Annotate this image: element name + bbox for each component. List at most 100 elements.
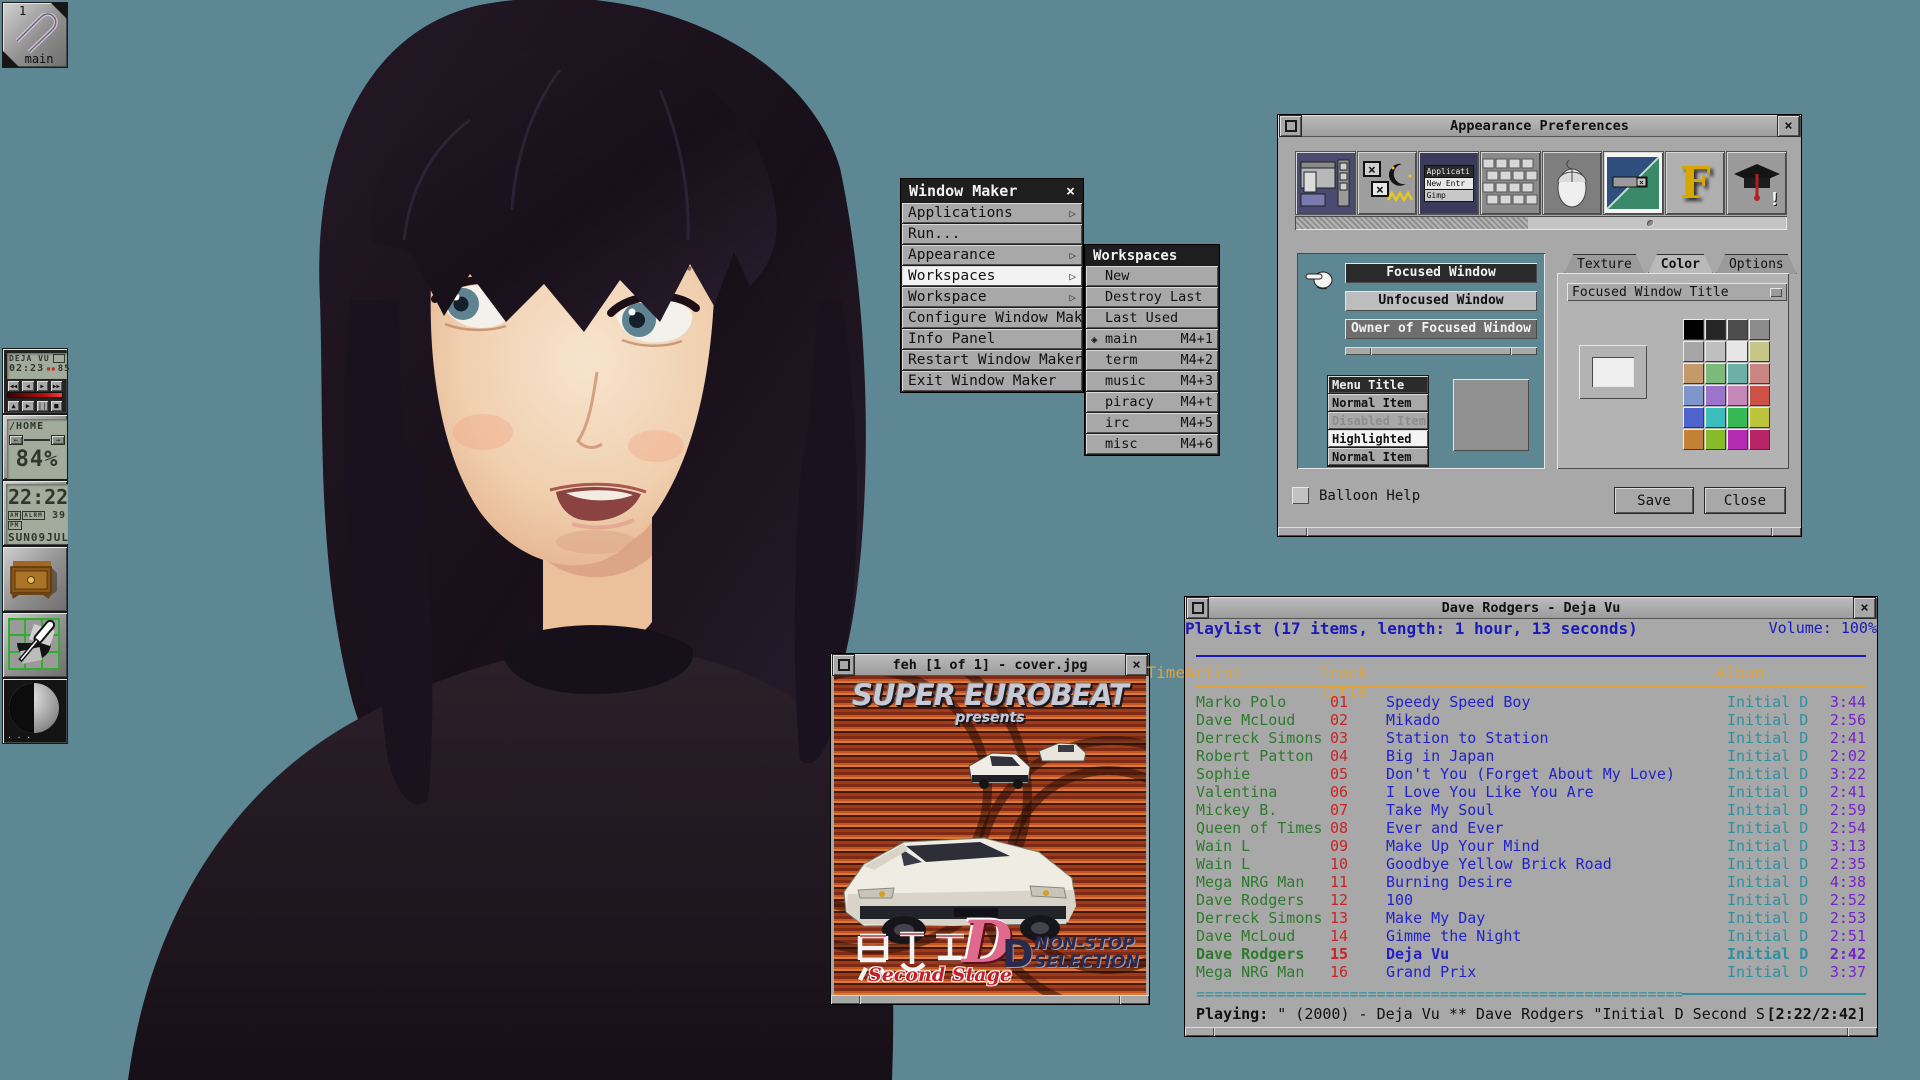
workspace-menu-item[interactable]: New xyxy=(1086,266,1218,286)
expert-icon[interactable]: ! xyxy=(1726,151,1787,215)
root-menu-titlebar[interactable]: Window Maker × xyxy=(902,180,1082,202)
playback-button[interactable]: || xyxy=(36,400,49,412)
close-button[interactable]: × xyxy=(1853,597,1876,619)
balloon-help-checkbox[interactable] xyxy=(1292,487,1309,504)
prefs-titlebar[interactable]: Appearance Preferences × xyxy=(1278,115,1801,137)
dockapp-disk-monitor[interactable]: /HOME ← → 84% xyxy=(2,414,68,480)
resizebar-sample[interactable] xyxy=(1345,347,1537,355)
workspace-menu-item[interactable]: Destroy Last xyxy=(1086,287,1218,307)
root-menu-item[interactable]: Run... xyxy=(902,224,1082,244)
root-menu-item[interactable]: Exit Window Maker xyxy=(902,371,1082,391)
palette-color[interactable] xyxy=(1749,319,1770,340)
column-artist[interactable]: Artist xyxy=(1185,663,1243,682)
playlist-row[interactable]: Wain L 09 Make Up Your Mind Initial D 3:… xyxy=(1196,837,1866,855)
palette-color[interactable] xyxy=(1705,319,1726,340)
tab-options[interactable]: Options xyxy=(1716,254,1797,274)
tab-texture[interactable]: Texture xyxy=(1564,254,1645,274)
workspace-menu-item[interactable]: piracy M4+t xyxy=(1086,392,1218,412)
palette-color[interactable] xyxy=(1705,385,1726,406)
workspaces-submenu-titlebar[interactable]: Workspaces xyxy=(1086,246,1218,265)
menu-sample-item[interactable]: Disabled Item xyxy=(1328,412,1428,429)
player-resizebar[interactable] xyxy=(1185,1027,1877,1036)
close-button[interactable]: × xyxy=(1125,654,1148,676)
playlist-row[interactable]: Sophie 05 Don't You (Forget About My Lov… xyxy=(1196,765,1866,783)
palette-color[interactable] xyxy=(1705,407,1726,428)
palette-color[interactable] xyxy=(1749,429,1770,450)
miniaturize-button[interactable] xyxy=(1279,115,1302,137)
root-menu-item[interactable]: Info Panel xyxy=(902,329,1082,349)
player-titlebar[interactable]: Dave Rodgers - Deja Vu × xyxy=(1185,597,1877,619)
root-menu-close-icon[interactable]: × xyxy=(1066,182,1075,200)
workspace-menu-item[interactable]: misc M4+6 xyxy=(1086,434,1218,454)
root-menu-item[interactable]: Restart Window Maker xyxy=(902,350,1082,370)
feh-resizebar[interactable] xyxy=(831,995,1149,1004)
workspace-menu-item[interactable]: ◈ main M4+1 xyxy=(1086,329,1218,349)
owner-window-sample[interactable]: Owner of Focused Window xyxy=(1345,319,1537,339)
focused-window-sample[interactable]: Focused Window xyxy=(1345,263,1537,283)
palette-color[interactable] xyxy=(1705,363,1726,384)
menu-preferences-icon[interactable]: Applicati New Entr Gimp xyxy=(1418,151,1479,215)
playlist-row[interactable]: Valentina 06 I Love You Like You Are Ini… xyxy=(1196,783,1866,801)
transport-button[interactable]: ◀ xyxy=(21,380,34,392)
playback-button[interactable]: ■ xyxy=(50,400,63,412)
palette-color[interactable] xyxy=(1727,319,1748,340)
workspace-menu-item[interactable]: music M4+3 xyxy=(1086,371,1218,391)
palette-color[interactable] xyxy=(1727,385,1748,406)
root-menu-item[interactable]: Applications ▷ xyxy=(902,203,1082,223)
dockapp-clock[interactable]: 22:22 AM ALRM 39 PM SUN09JUL xyxy=(2,480,68,546)
seek-progress-line[interactable]: ========================================… xyxy=(1196,985,1866,1003)
palette-color[interactable] xyxy=(1749,341,1770,362)
root-menu-item[interactable]: Appearance ▷ xyxy=(902,245,1082,265)
playlist-row[interactable]: Dave McLoud 02 Mikado Initial D 2:56 xyxy=(1196,711,1866,729)
scrollbar-knob[interactable] xyxy=(1647,220,1654,227)
playlist-row[interactable]: Dave McLoud 14 Gimme the Night Initial D… xyxy=(1196,927,1866,945)
transport-button[interactable]: ▶▶ xyxy=(50,380,63,392)
transport-button[interactable]: ▶ xyxy=(36,380,49,392)
playlist-row[interactable]: Derreck Simons 03 Station to Station Ini… xyxy=(1196,729,1866,747)
menu-sample-item[interactable]: Normal Item xyxy=(1328,394,1428,411)
workspace-menu-item[interactable]: irc M4+5 xyxy=(1086,413,1218,433)
palette-color[interactable] xyxy=(1683,429,1704,450)
workspace-menu-item[interactable]: Last Used xyxy=(1086,308,1218,328)
keyboard-icon[interactable] xyxy=(1480,151,1541,215)
palette-color[interactable] xyxy=(1683,385,1704,406)
miniaturize-button[interactable] xyxy=(832,654,855,676)
unfocused-window-sample[interactable]: Unfocused Window xyxy=(1345,291,1537,311)
icon-row-scrollbar[interactable] xyxy=(1295,216,1787,230)
dockapp-music-player[interactable]: DEJA VU 02:23 ▪▪ 85 ◀◀◀▶▶▶ ▲▶||■ xyxy=(2,348,68,414)
mouse-icon[interactable] xyxy=(1542,151,1603,215)
column-time[interactable]: Time xyxy=(1146,663,1185,682)
tab-color[interactable]: Color xyxy=(1648,254,1713,274)
playlist-row[interactable]: Mega NRG Man 11 Burning Desire Initial D… xyxy=(1196,873,1866,891)
playlist-row[interactable]: Wain L 10 Goodbye Yellow Brick Road Init… xyxy=(1196,855,1866,873)
root-menu-item[interactable]: Configure Window Maker xyxy=(902,308,1082,328)
palette-color[interactable] xyxy=(1727,341,1748,362)
save-button[interactable]: Save xyxy=(1614,487,1694,514)
playlist-row[interactable]: Marko Polo 01 Speedy Speed Boy Initial D… xyxy=(1196,693,1866,711)
playlist-row[interactable]: Mickey B. 07 Take My Soul Initial D 2:59 xyxy=(1196,801,1866,819)
palette-color[interactable] xyxy=(1683,363,1704,384)
miniaturize-button[interactable] xyxy=(1186,597,1209,619)
window-focus-icon[interactable]: ×× xyxy=(1357,151,1418,215)
dockapp-drawer[interactable] xyxy=(2,546,68,612)
root-menu-item[interactable]: Workspace ▷ xyxy=(902,287,1082,307)
palette-color[interactable] xyxy=(1727,429,1748,450)
playlist-row[interactable]: Robert Patton 04 Big in Japan Initial D … xyxy=(1196,747,1866,765)
menu-sample-item[interactable]: Menu Title xyxy=(1328,376,1428,393)
palette-color[interactable] xyxy=(1705,341,1726,362)
menu-sample-item[interactable]: Highlighted xyxy=(1328,430,1428,447)
playlist-row[interactable]: Queen of Times 08 Ever and Ever Initial … xyxy=(1196,819,1866,837)
color-target-dropdown[interactable]: Focused Window Title xyxy=(1567,283,1787,301)
workspace-clip[interactable]: 1 main xyxy=(2,2,68,68)
palette-color[interactable] xyxy=(1683,341,1704,362)
prefs-resizebar[interactable] xyxy=(1278,527,1801,536)
playback-button[interactable]: ▲ xyxy=(7,400,20,412)
palette-color[interactable] xyxy=(1683,407,1704,428)
transport-button[interactable]: ◀◀ xyxy=(7,380,20,392)
icon-background-sample[interactable] xyxy=(1453,379,1529,451)
window-appearance-icon[interactable] xyxy=(1295,151,1356,215)
track-progress-bar[interactable] xyxy=(7,392,63,398)
palette-color[interactable] xyxy=(1749,363,1770,384)
feh-titlebar[interactable]: feh [1 of 1] - cover.jpg × xyxy=(831,654,1149,676)
menu-sample[interactable]: Menu TitleNormal ItemDisabled ItemHighli… xyxy=(1327,375,1429,467)
